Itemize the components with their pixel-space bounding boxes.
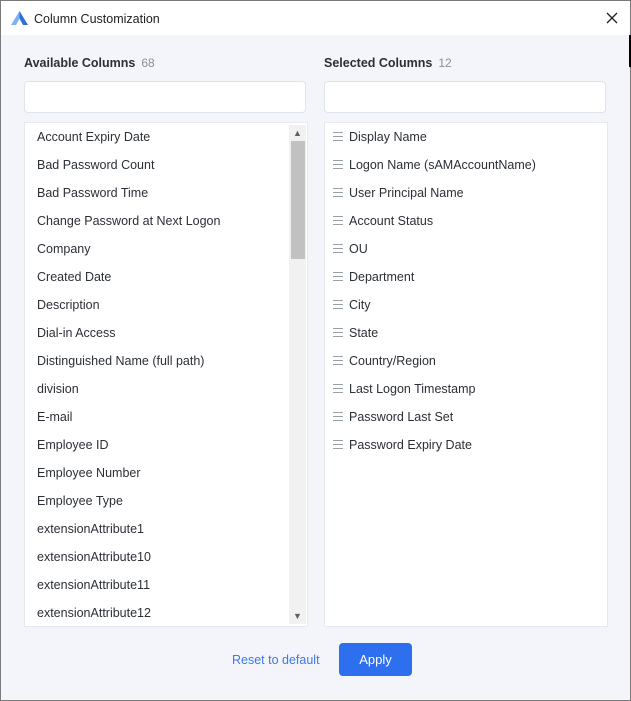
selected-column-label: Password Last Set: [349, 410, 454, 424]
close-button[interactable]: [600, 6, 624, 30]
selected-columns-panel: Selected Columns 12 Display Name Logon Nam…: [324, 56, 608, 627]
available-columns-panel: Available Columns 68 Account Expiry Date B…: [24, 56, 308, 627]
selected-column-item[interactable]: User Principal Name: [325, 179, 607, 207]
selected-column-item[interactable]: Country/Region: [325, 347, 607, 375]
available-column-item[interactable]: Description: [25, 291, 307, 319]
app-logo-icon: [11, 11, 28, 25]
available-column-item[interactable]: E-mail: [25, 403, 307, 431]
available-column-item[interactable]: extensionAttribute1: [25, 515, 307, 543]
available-column-item[interactable]: Employee Type: [25, 487, 307, 515]
selected-columns-search-input[interactable]: [324, 81, 606, 113]
selected-column-label: Department: [349, 270, 415, 284]
selected-column-item[interactable]: Logon Name (sAMAccountName): [325, 151, 607, 179]
drag-handle-icon[interactable]: [333, 160, 343, 170]
column-customization-dialog: Column Customization Available Columns 68…: [0, 0, 631, 701]
title-bar: Column Customization: [1, 1, 630, 35]
drag-handle-icon[interactable]: [333, 272, 343, 282]
selected-column-label: Display Name: [349, 130, 427, 144]
drag-handle-icon[interactable]: [333, 384, 343, 394]
selected-column-item[interactable]: Department: [325, 263, 607, 291]
available-column-item[interactable]: Created Date: [25, 263, 307, 291]
available-column-item[interactable]: extensionAttribute12: [25, 599, 307, 626]
selected-column-label: OU: [349, 242, 368, 256]
selected-column-item[interactable]: Password Expiry Date: [325, 431, 607, 459]
selected-column-label: Last Logon Timestamp: [349, 382, 476, 396]
selected-column-label: State: [349, 326, 379, 340]
available-column-item[interactable]: Change Password at Next Logon: [25, 207, 307, 235]
available-column-item[interactable]: extensionAttribute10: [25, 543, 307, 571]
drag-handle-icon[interactable]: [333, 188, 343, 198]
selected-column-item[interactable]: Last Logon Timestamp: [325, 375, 607, 403]
drag-handle-icon[interactable]: [333, 356, 343, 366]
scroll-down-arrow-icon[interactable]: ▼: [289, 609, 306, 623]
selected-column-label: Logon Name (sAMAccountName): [349, 158, 536, 172]
selected-column-item[interactable]: OU: [325, 235, 607, 263]
selected-column-label: User Principal Name: [349, 186, 464, 200]
available-column-item[interactable]: Distinguished Name (full path): [25, 347, 307, 375]
selected-columns-list[interactable]: Display Name Logon Name (sAMAccountName) U…: [324, 122, 608, 627]
selected-column-item[interactable]: Display Name: [325, 123, 607, 151]
drag-handle-icon[interactable]: [333, 244, 343, 254]
available-column-item[interactable]: Bad Password Count: [25, 151, 307, 179]
scrollbar-thumb[interactable]: [291, 141, 305, 259]
drag-handle-icon[interactable]: [333, 132, 343, 142]
selected-column-item[interactable]: Password Last Set: [325, 403, 607, 431]
reset-to-default-link[interactable]: Reset to default: [232, 653, 320, 667]
available-columns-list[interactable]: Account Expiry Date Bad Password Count Bad…: [24, 122, 308, 627]
available-column-item[interactable]: division: [25, 375, 307, 403]
window-title: Column Customization: [34, 12, 160, 26]
selected-column-label: Country/Region: [349, 354, 436, 368]
selected-columns-header: Selected Columns 12: [324, 56, 608, 74]
available-column-item[interactable]: Company: [25, 235, 307, 263]
selected-column-label: Account Status: [349, 214, 434, 228]
available-columns-title: Available Columns: [24, 56, 136, 70]
selected-column-item[interactable]: City: [325, 291, 607, 319]
selected-columns-title: Selected Columns: [324, 56, 433, 70]
scroll-up-arrow-icon[interactable]: ▲: [289, 126, 306, 140]
drag-handle-icon[interactable]: [333, 216, 343, 226]
selected-column-item[interactable]: Account Status: [325, 207, 607, 235]
available-column-item[interactable]: extensionAttribute11: [25, 571, 307, 599]
available-column-item[interactable]: Employee ID: [25, 431, 307, 459]
selected-column-label: Password Expiry Date: [349, 438, 472, 452]
selected-columns-count: 12: [438, 56, 452, 70]
available-columns-count: 68: [141, 56, 155, 70]
close-icon: [606, 12, 618, 24]
apply-button[interactable]: Apply: [339, 643, 412, 676]
selected-column-item[interactable]: State: [325, 319, 607, 347]
available-column-item[interactable]: Account Expiry Date: [25, 123, 307, 151]
drag-handle-icon[interactable]: [333, 440, 343, 450]
drag-handle-icon[interactable]: [333, 300, 343, 310]
available-column-item[interactable]: Bad Password Time: [25, 179, 307, 207]
drag-handle-icon[interactable]: [333, 328, 343, 338]
available-column-item[interactable]: Dial-in Access: [25, 319, 307, 347]
available-columns-scrollbar[interactable]: ▲ ▼: [289, 125, 306, 624]
available-columns-search-input[interactable]: [24, 81, 306, 113]
drag-handle-icon[interactable]: [333, 412, 343, 422]
available-columns-header: Available Columns 68: [24, 56, 308, 74]
available-column-item[interactable]: Employee Number: [25, 459, 307, 487]
selected-column-label: City: [349, 298, 371, 312]
